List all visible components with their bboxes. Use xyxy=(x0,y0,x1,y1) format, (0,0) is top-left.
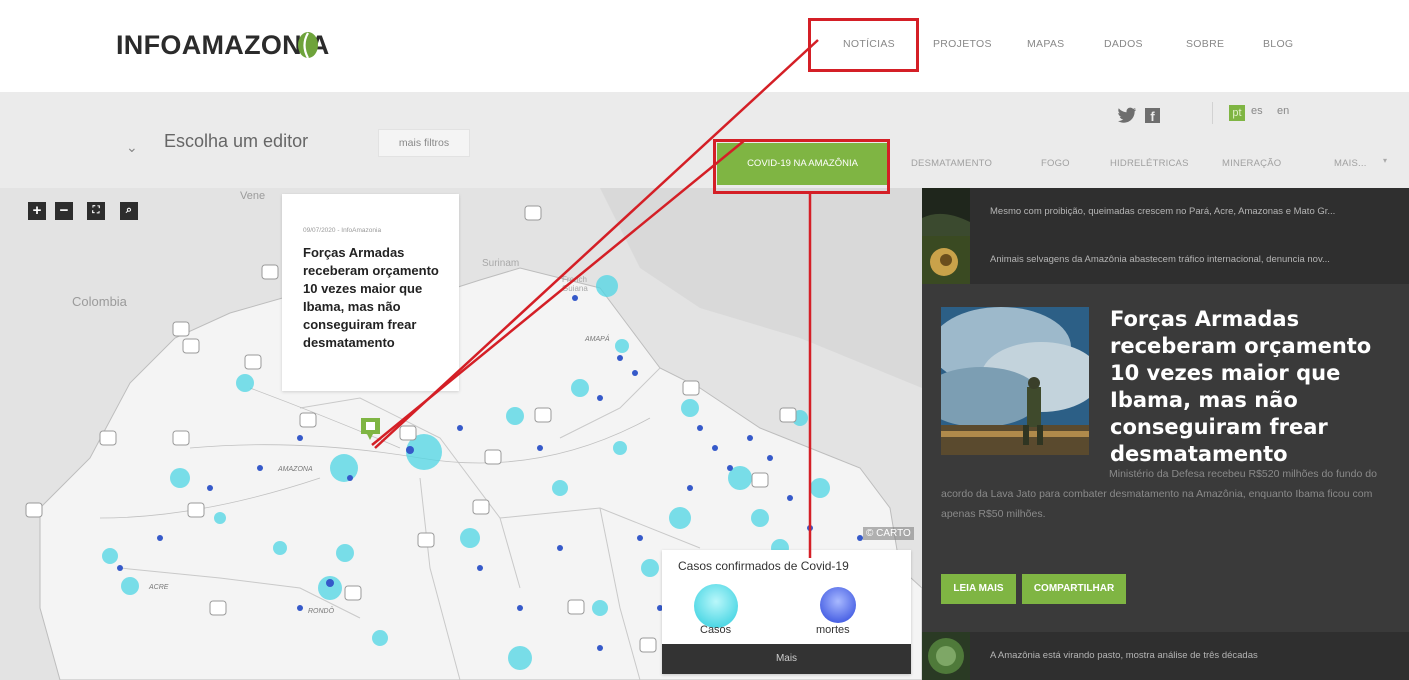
annotation-arrows xyxy=(371,39,819,558)
screenshot-frame: INFOAMAZONIA NOTÍCIAS PROJETOS MAPAS DAD… xyxy=(0,0,1409,680)
